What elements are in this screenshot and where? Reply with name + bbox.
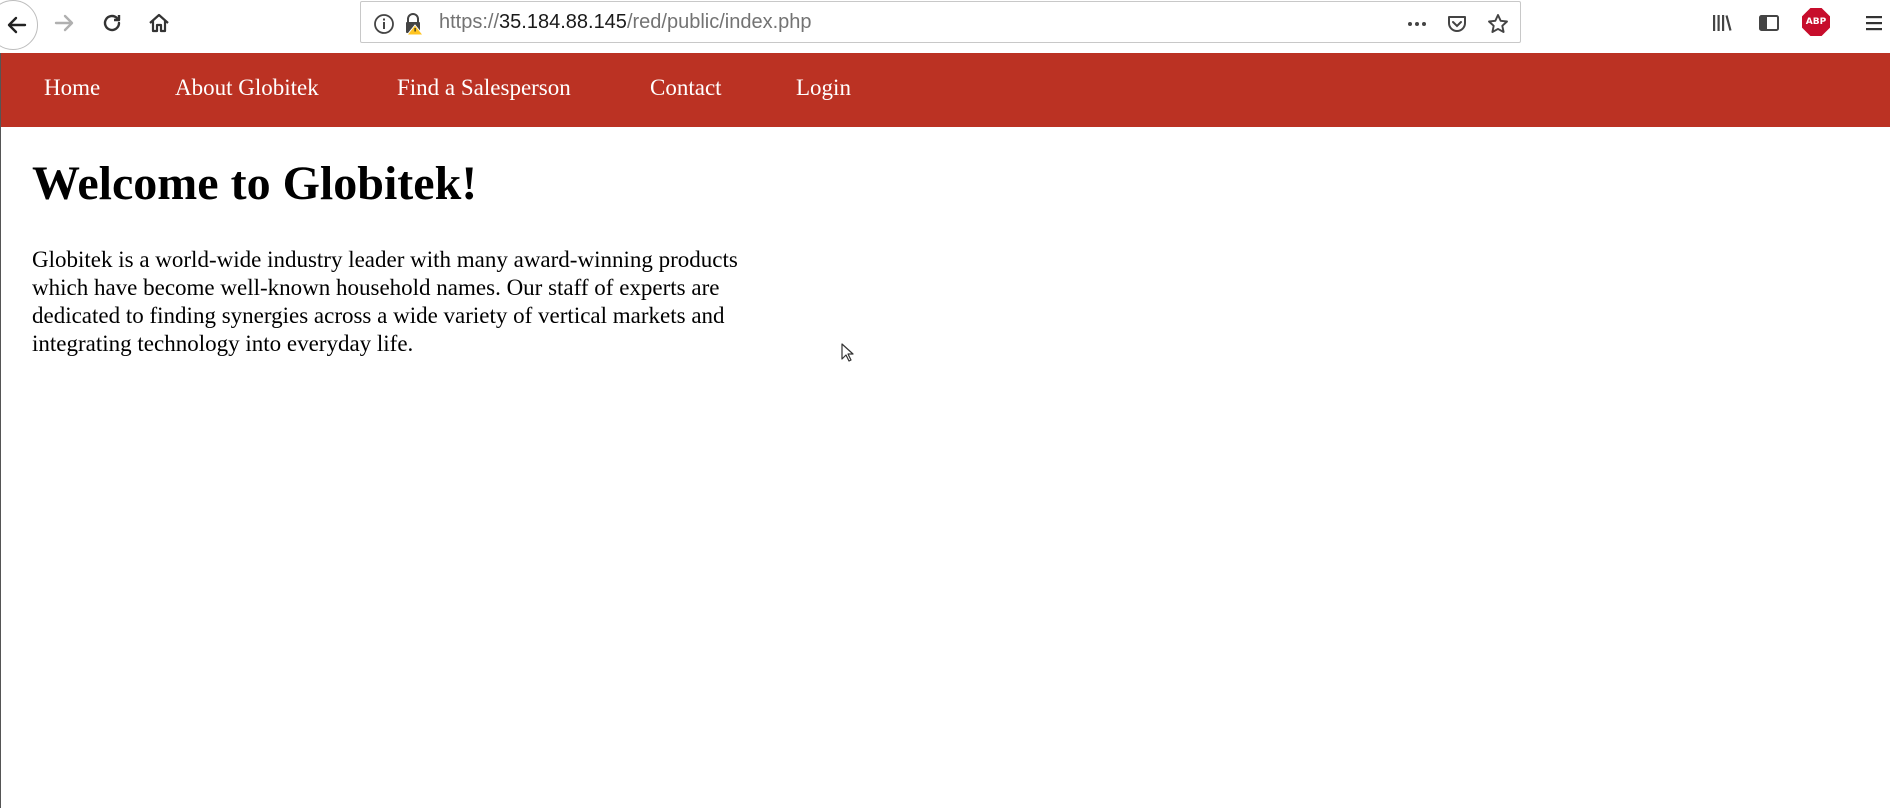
url-host: 35.184.88.145: [499, 11, 627, 33]
library-button[interactable]: [1706, 8, 1738, 38]
library-icon: [1713, 15, 1732, 31]
menu-button[interactable]: [1858, 8, 1890, 38]
nav-contact[interactable]: Contact: [650, 75, 722, 101]
home-button[interactable]: [143, 8, 175, 38]
main-nav: Home About Globitek Find a Salesperson C…: [0, 53, 1890, 127]
forward-icon: [54, 14, 74, 32]
insecure-lock-icon[interactable]: [401, 12, 425, 36]
url-scheme: https://: [439, 11, 500, 33]
nav-find-a-salesperson[interactable]: Find a Salesperson: [397, 75, 571, 101]
intro-paragraph: Globitek is a world-wide industry leader…: [32, 247, 738, 356]
window-edge: [0, 53, 1, 808]
url-bar[interactable]: https://35.184.88.145/red/public/index.p…: [360, 1, 1521, 43]
bookmark-star-icon[interactable]: [1486, 12, 1510, 36]
url-text[interactable]: https://35.184.88.145/red/public/index.p…: [439, 11, 812, 34]
more-icon[interactable]: [1405, 12, 1429, 36]
home-icon: [149, 13, 169, 33]
back-button[interactable]: [0, 0, 38, 50]
pocket-icon[interactable]: [1445, 12, 1469, 36]
forward-button[interactable]: [48, 8, 80, 38]
info-icon[interactable]: [372, 12, 396, 36]
sidebar-button[interactable]: [1753, 8, 1785, 38]
reload-button[interactable]: [96, 8, 128, 38]
mouse-cursor-icon: [841, 343, 854, 362]
nav-home[interactable]: Home: [44, 75, 100, 101]
sidebar-icon: [1759, 15, 1779, 31]
url-path: /red/public/index.php: [626, 11, 812, 33]
reload-icon: [103, 14, 121, 32]
nav-about-globitek[interactable]: About Globitek: [175, 75, 319, 101]
nav-login[interactable]: Login: [796, 75, 851, 101]
adblock-icon[interactable]: ABP: [1802, 8, 1830, 36]
page-title: Welcome to Globitek!: [32, 157, 478, 210]
back-icon: [7, 16, 27, 34]
browser-toolbar: https://35.184.88.145/red/public/index.p…: [0, 0, 1890, 53]
menu-icon: [1866, 16, 1882, 31]
